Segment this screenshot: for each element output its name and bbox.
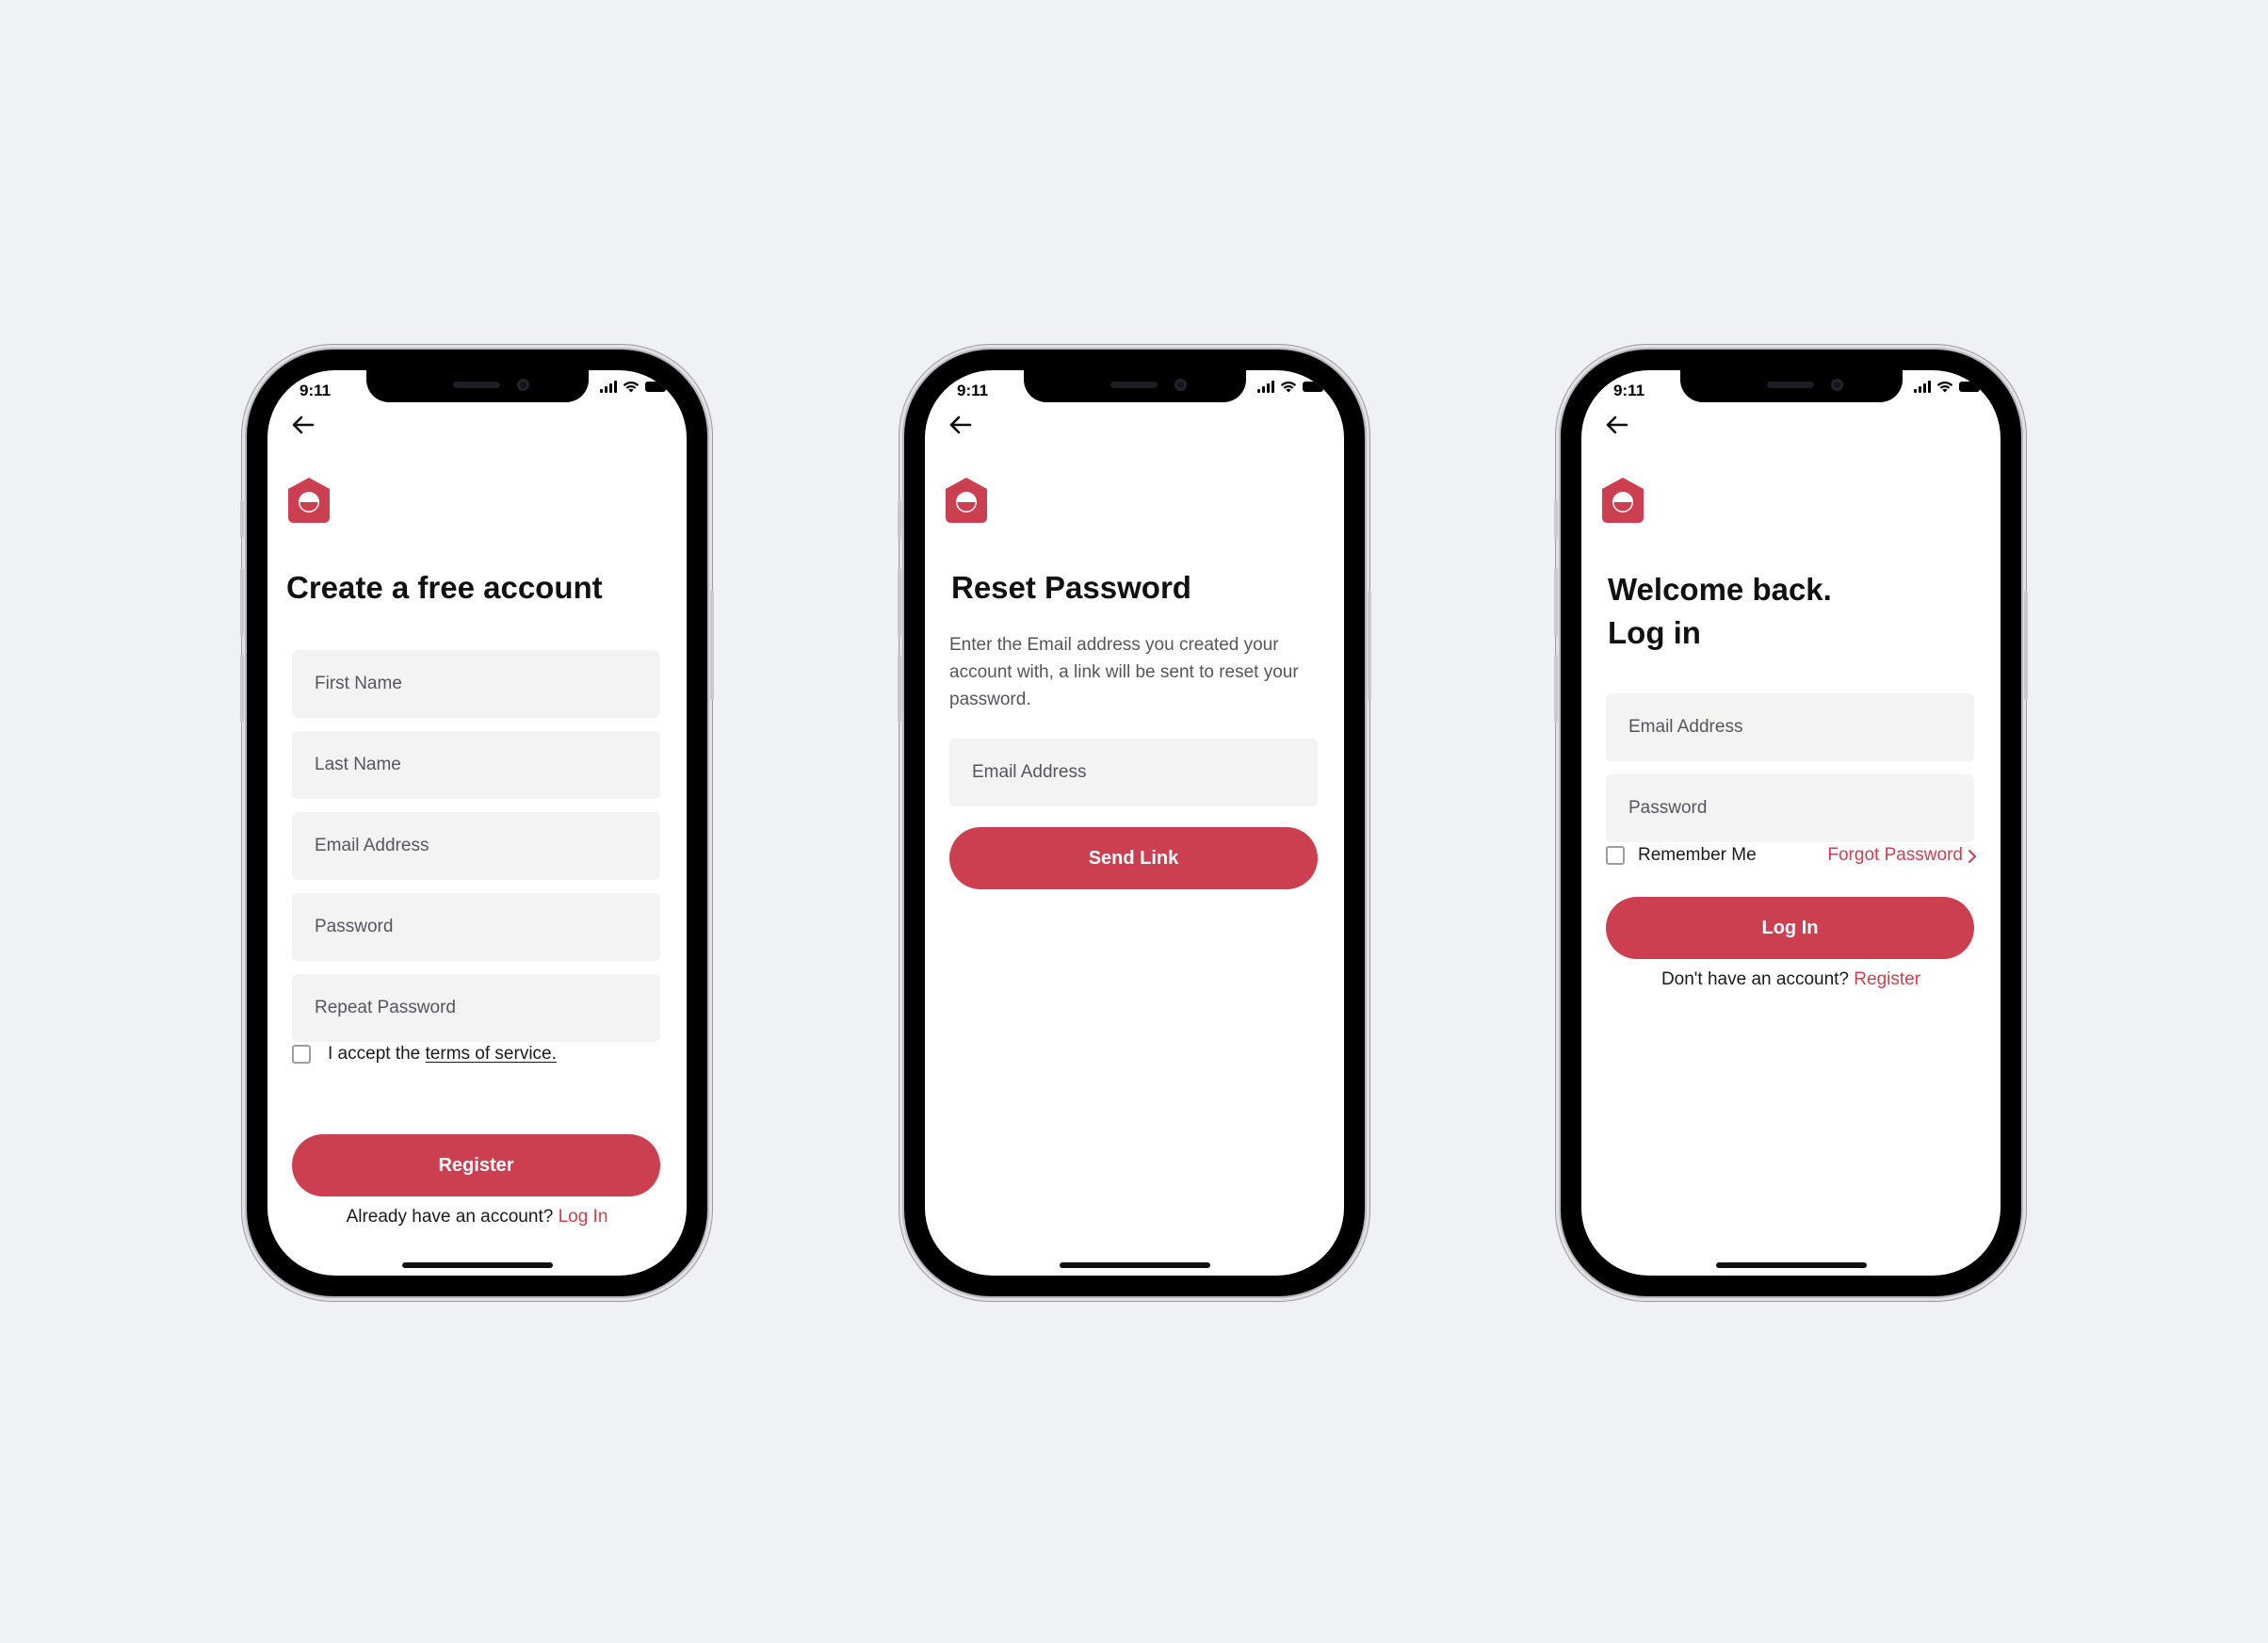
password-field[interactable]: Password xyxy=(1606,774,1974,842)
email-field[interactable]: Email Address xyxy=(949,739,1318,806)
last-name-field[interactable]: Last Name xyxy=(292,731,660,799)
volume-up-button xyxy=(240,568,244,636)
back-arrow-icon[interactable] xyxy=(946,410,976,440)
notch xyxy=(365,370,589,402)
volume-down-button xyxy=(240,655,244,723)
phone-reset-password: 9:11 Reset Password Enter the Email addr… xyxy=(898,350,1371,1296)
notch xyxy=(1023,370,1246,402)
power-button xyxy=(2024,591,2028,700)
accept-terms-checkbox[interactable] xyxy=(292,1045,311,1064)
wifi-icon xyxy=(1936,382,1953,393)
chevron-right-icon[interactable] xyxy=(1967,849,1978,864)
email-field[interactable]: Email Address xyxy=(1606,693,1974,761)
volume-up-button xyxy=(898,568,901,636)
title-line-1: Welcome back. xyxy=(1608,572,1832,607)
phone-login: 9:11 Welcome back. Log in Email Address … xyxy=(1554,350,2028,1296)
screen: 9:11 Reset Password Enter the Email addr… xyxy=(925,370,1344,1276)
power-button xyxy=(710,591,714,700)
register-button[interactable]: Register xyxy=(292,1134,660,1196)
cellular-signal-icon xyxy=(1257,381,1274,393)
page-title: Create a free account xyxy=(286,570,603,605)
phone-register: 9:11 Create a free account First Name La… xyxy=(240,350,714,1296)
battery-icon xyxy=(645,382,669,392)
register-link[interactable]: Register xyxy=(1854,969,1920,989)
notch xyxy=(1679,370,1903,402)
status-icons xyxy=(1257,381,1326,393)
back-arrow-icon[interactable] xyxy=(288,410,318,440)
mute-switch xyxy=(1554,500,1558,538)
screen: 9:11 Welcome back. Log in Email Address … xyxy=(1581,370,2001,1276)
home-indicator xyxy=(401,1262,553,1268)
page-title: Welcome back. Log in xyxy=(1608,568,1832,655)
accept-terms-label: I accept the terms of service. xyxy=(328,1044,557,1065)
power-button xyxy=(1368,591,1371,700)
email-field[interactable]: Email Address xyxy=(292,812,660,880)
mute-switch xyxy=(898,500,901,538)
login-prompt-text: Already have an account? xyxy=(346,1207,554,1227)
app-logo-icon xyxy=(288,478,330,523)
password-field[interactable]: Password xyxy=(292,893,660,961)
volume-down-button xyxy=(1554,655,1558,723)
register-prompt: Don't have an account? Register xyxy=(1581,969,2001,990)
cellular-signal-icon xyxy=(1914,381,1931,393)
accept-terms-prefix: I accept the xyxy=(328,1044,421,1064)
send-link-button[interactable]: Send Link xyxy=(949,827,1318,889)
volume-down-button xyxy=(898,655,901,723)
title-line-2: Log in xyxy=(1608,615,1701,650)
terms-of-service-link[interactable]: terms of service. xyxy=(426,1044,557,1064)
repeat-password-field[interactable]: Repeat Password xyxy=(292,974,660,1042)
register-prompt-text: Don't have an account? xyxy=(1660,969,1849,989)
volume-up-button xyxy=(1554,568,1558,636)
login-button[interactable]: Log In xyxy=(1606,897,1974,959)
battery-icon xyxy=(1303,382,1326,392)
first-name-field[interactable]: First Name xyxy=(292,650,660,718)
login-link[interactable]: Log In xyxy=(559,1207,608,1227)
app-logo-icon xyxy=(1602,478,1644,523)
remember-me-checkbox[interactable] xyxy=(1606,846,1625,865)
status-time: 9:11 xyxy=(957,382,989,399)
status-icons xyxy=(1914,381,1983,393)
wifi-icon xyxy=(1280,382,1297,393)
remember-me-label: Remember Me xyxy=(1638,845,1757,865)
battery-icon xyxy=(1959,382,1983,392)
back-arrow-icon[interactable] xyxy=(1602,410,1632,440)
status-icons xyxy=(600,381,669,393)
app-logo-icon xyxy=(946,478,987,523)
page-title: Reset Password xyxy=(951,570,1191,605)
cellular-signal-icon xyxy=(600,381,617,393)
mute-switch xyxy=(240,500,244,538)
screen: 9:11 Create a free account First Name La… xyxy=(267,370,687,1276)
login-prompt: Already have an account? Log In xyxy=(267,1207,687,1228)
status-time: 9:11 xyxy=(1613,382,1645,399)
wifi-icon xyxy=(623,382,640,393)
home-indicator xyxy=(1715,1262,1867,1268)
home-indicator xyxy=(1059,1262,1210,1268)
forgot-password-link[interactable]: Forgot Password xyxy=(1827,845,1963,866)
reset-description: Enter the Email address you created your… xyxy=(949,635,1299,709)
status-time: 9:11 xyxy=(300,382,332,399)
